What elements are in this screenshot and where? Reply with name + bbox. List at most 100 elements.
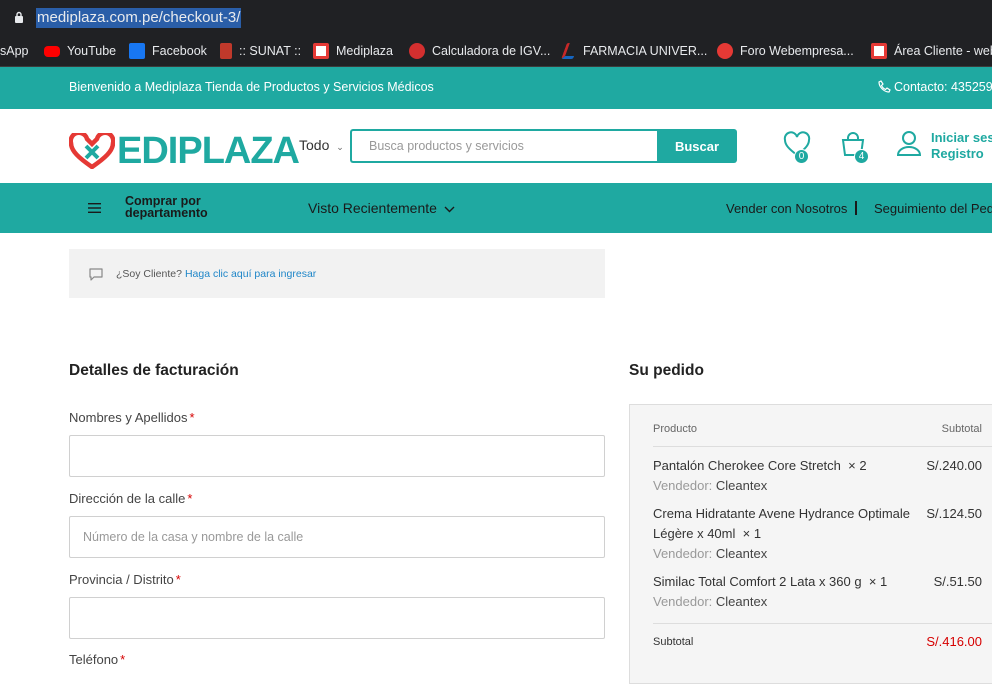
vendor-name: Cleantex [715,546,768,561]
login-link[interactable]: Haga clic aquí para ingresar [185,268,316,280]
order-item: Pantalón Cherokee Core Stretch × 2 Vende… [653,456,913,496]
bookmark-sunat[interactable]: :: SUNAT :: [220,36,301,66]
notice-text: ¿Soy Cliente? [116,267,182,280]
order-item: Crema Hidratante Avene Hydrance Optimale… [653,504,913,564]
welcome-text: Bienvenido a Mediplaza Tienda de Product… [69,80,434,94]
bookmark-label: sApp [0,44,29,58]
contact-value: Contacto: 435259 [894,80,992,94]
calculator-icon [409,43,425,59]
divider [653,623,992,624]
webempresa-icon [717,43,733,59]
lock-icon [15,11,23,23]
logo-text: EDIPLAZA [117,129,300,172]
bookmark-label: Mediplaza [336,44,393,58]
search-placeholder: Busca productos y servicios [369,139,524,153]
account-links: Iniciar sesi Registro [931,130,992,162]
chevron-down-icon: ⌄ [336,142,344,152]
sell-with-us-link[interactable]: Vender con Nosotros [726,201,847,216]
field-label-text: Nombres y Apellidos [69,410,188,425]
recently-viewed-menu[interactable]: Visto Recientemente [308,200,455,216]
category-value: Todo [299,137,330,153]
chat-bubble-icon [89,267,103,281]
vendor-name: Cleantex [715,594,768,609]
field-label-text: Provincia / Distrito [69,572,174,587]
browser-address-bar: mediplaza.com.pe/checkout-3/ [0,0,992,36]
departments-menu[interactable]: Comprar por departamento [125,195,235,220]
bookmark-whatsapp[interactable]: sApp [0,36,29,66]
category-select[interactable]: Todo ⌄ [299,137,344,153]
billing-title: Detalles de facturación [69,362,239,379]
mediplaza-icon [313,43,329,59]
col-product-header: Producto [653,423,698,435]
field-label-address: Dirección de la calle * [69,491,192,506]
register-link[interactable]: Registro [931,146,992,162]
top-info-bar: Bienvenido a Mediplaza Tienda de Product… [0,67,992,109]
sunat-icon [220,43,232,59]
search-input[interactable]: Busca productos y servicios [350,129,657,163]
vendor-label: Vendedor: [653,546,713,561]
site-logo[interactable]: EDIPLAZA [69,129,300,172]
bookmark-label: Foro Webempresa... [740,44,854,58]
url-text[interactable]: mediplaza.com.pe/checkout-3/ [36,8,242,28]
phone-icon [878,80,891,93]
bookmark-cliente[interactable]: Área Cliente - web [871,36,992,66]
bookmark-label: :: SUNAT :: [239,44,302,58]
cart-count-badge: 4 [854,149,869,164]
input-placeholder: Número de la casa y nombre de la calle [83,530,304,544]
user-icon[interactable] [896,130,922,156]
bookmark-label: Área Cliente - web [894,44,992,58]
farmacia-icon [561,43,579,59]
hamburger-icon[interactable] [88,203,101,213]
bookmark-label: Calculadora de IGV... [432,44,551,58]
address-input[interactable]: Número de la casa y nombre de la calle [69,516,605,558]
wishlist-count-badge: 0 [794,149,809,164]
item-name: Crema Hidratante Avene Hydrance Optimale… [653,506,910,541]
bookmark-mediplaza[interactable]: Mediplaza [313,36,393,66]
recently-viewed-label: Visto Recientemente [308,200,437,216]
divider [653,446,992,447]
field-label-text: Dirección de la calle [69,491,186,506]
bookmark-label: FARMACIA UNIVER... [583,44,708,58]
order-title: Su pedido [629,362,704,379]
wishlist-button[interactable]: 0 [783,131,811,164]
col-subtotal-header: Subtotal [941,423,982,435]
bookmark-farmacia[interactable]: FARMACIA UNIVER... [561,36,708,66]
bookmarks-bar: sApp YouTube Facebook :: SUNAT :: Medipl… [0,36,992,67]
youtube-icon [44,45,60,57]
item-qty: × 2 [848,458,867,473]
item-qty: × 1 [742,526,762,541]
item-price: S/.51.50 [933,574,982,589]
nav-divider [855,201,857,215]
bookmark-youtube[interactable]: YouTube [44,36,116,66]
field-label-province: Provincia / Distrito * [69,572,181,587]
order-summary-table: Producto Subtotal Pantalón Cherokee Core… [629,404,992,684]
subtotal-value: S/.416.00 [926,634,982,649]
item-price: S/.124.50 [926,506,982,521]
bookmark-calculadora[interactable]: Calculadora de IGV... [409,36,550,66]
vendor-label: Vendedor: [653,478,713,493]
subtotal-label: Subtotal [653,636,694,648]
item-price: S/.240.00 [926,458,982,473]
contact-text[interactable]: Contacto: 435259 [878,80,992,94]
login-link[interactable]: Iniciar sesi [931,130,992,146]
vendor-name: Cleantex [715,478,768,493]
bookmark-webempresa[interactable]: Foro Webempresa... [717,36,854,66]
cliente-icon [871,43,887,59]
item-name: Pantalón Cherokee Core Stretch [653,458,841,473]
order-item: Similac Total Comfort 2 Lata x 360 g × 1… [653,572,913,612]
province-input[interactable] [69,597,605,639]
cart-button[interactable]: 4 [839,131,869,164]
site-header: EDIPLAZA Todo ⌄ Busca productos y servic… [0,109,992,183]
order-tracking-link[interactable]: Seguimiento del Pedi [874,201,992,216]
item-name: Similac Total Comfort 2 Lata x 360 g [653,574,862,589]
heart-cross-logo-icon [69,133,115,169]
required-mark: * [189,410,195,425]
chevron-down-icon [444,206,455,213]
name-input[interactable] [69,435,605,477]
required-mark: * [187,491,193,506]
search-button[interactable]: Buscar [657,129,737,163]
item-qty: × 1 [868,574,888,589]
bookmark-label: YouTube [67,44,117,58]
vendor-label: Vendedor: [653,594,713,609]
bookmark-facebook[interactable]: Facebook [129,36,207,66]
